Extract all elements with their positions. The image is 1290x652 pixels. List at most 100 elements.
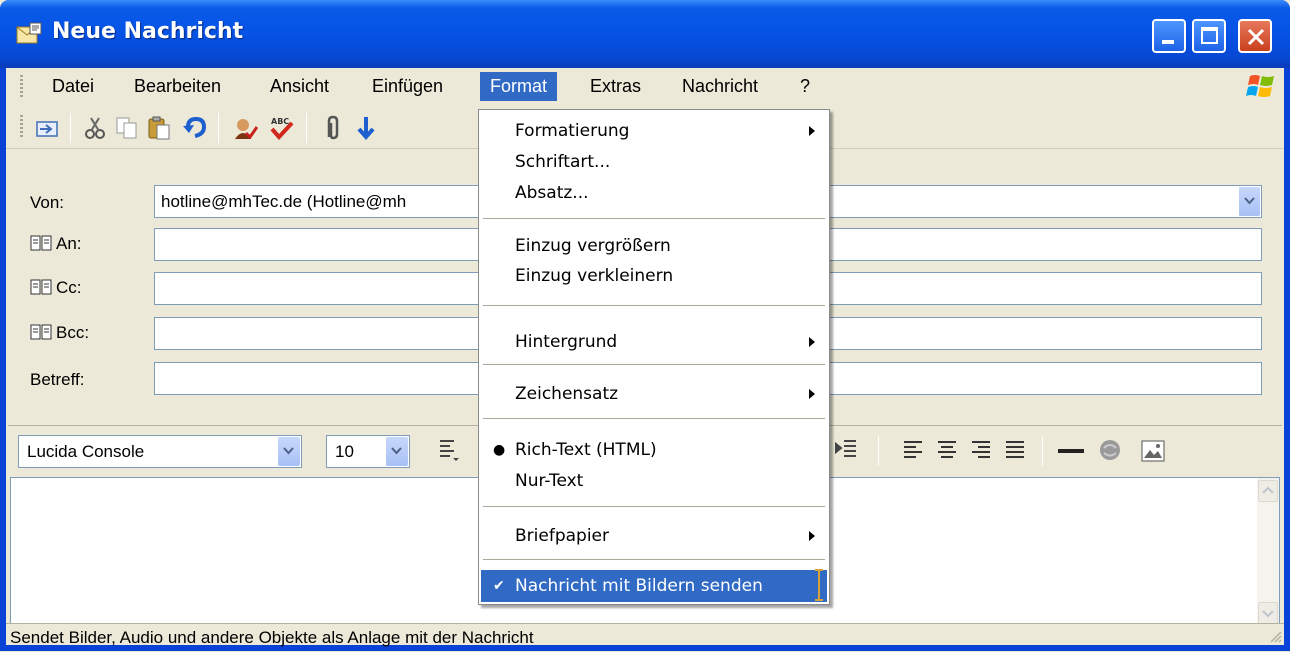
scroll-down-button[interactable] bbox=[1258, 602, 1278, 624]
menu-item-label: Formatierung bbox=[515, 121, 630, 141]
insert-picture-icon[interactable] bbox=[1140, 438, 1166, 464]
cc-label[interactable]: Cc: bbox=[30, 278, 82, 298]
menu-item-label: Schriftart... bbox=[515, 152, 611, 172]
menu-item-einzug-vergroessern[interactable]: Einzug vergrößern bbox=[481, 231, 827, 261]
chevron-down-icon bbox=[283, 447, 294, 455]
increase-indent-icon[interactable] bbox=[834, 438, 858, 462]
send-icon[interactable] bbox=[34, 115, 60, 141]
menu-separator bbox=[483, 305, 825, 307]
font-size-value: 10 bbox=[335, 442, 354, 461]
menu-item-hintergrund[interactable]: Hintergrund bbox=[481, 327, 827, 357]
menu-item-rich-text[interactable]: ● Rich-Text (HTML) bbox=[481, 435, 827, 465]
submenu-arrow-icon bbox=[809, 531, 815, 541]
spellcheck-icon[interactable]: ABC bbox=[268, 115, 294, 141]
menu-item-einzug-verkleinern[interactable]: Einzug verkleinern bbox=[481, 261, 827, 291]
chevron-down-icon bbox=[1262, 610, 1274, 618]
menu-ansicht[interactable]: Ansicht bbox=[260, 72, 339, 101]
close-icon bbox=[1247, 28, 1265, 46]
submenu-arrow-icon bbox=[809, 337, 815, 347]
align-right-icon[interactable] bbox=[970, 439, 992, 461]
menu-item-label: Nur-Text bbox=[515, 471, 584, 491]
paragraph-style-icon[interactable] bbox=[438, 438, 460, 462]
to-label[interactable]: An: bbox=[30, 234, 82, 254]
menu-separator bbox=[483, 506, 825, 508]
paste-icon[interactable] bbox=[146, 115, 172, 141]
status-bar: Sendet Bilder, Audio und andere Objekte … bbox=[6, 623, 1284, 647]
chevron-down-icon bbox=[1244, 197, 1255, 205]
chevron-down-icon bbox=[391, 447, 402, 455]
menu-item-label: Briefpapier bbox=[515, 526, 609, 546]
menu-item-schriftart[interactable]: Schriftart... bbox=[481, 147, 827, 177]
menu-help[interactable]: ? bbox=[790, 72, 820, 101]
toolbar-separator bbox=[1042, 436, 1043, 466]
text-cursor-icon bbox=[815, 569, 823, 601]
status-text: Sendet Bilder, Audio und andere Objekte … bbox=[10, 628, 534, 647]
font-dropdown-button[interactable] bbox=[278, 437, 300, 466]
menu-extras[interactable]: Extras bbox=[580, 72, 651, 101]
from-value: hotline@mhTec.de (Hotline@mh bbox=[161, 192, 407, 211]
align-center-icon[interactable] bbox=[936, 439, 958, 461]
menu-item-label: Hintergrund bbox=[515, 332, 618, 352]
menu-separator bbox=[483, 418, 825, 420]
address-book-icon bbox=[30, 279, 52, 295]
menu-einfuegen[interactable]: Einfügen bbox=[362, 72, 453, 101]
submenu-arrow-icon bbox=[809, 126, 815, 136]
menu-item-briefpapier[interactable]: Briefpapier bbox=[481, 521, 827, 551]
font-select[interactable]: Lucida Console bbox=[18, 435, 302, 468]
from-dropdown-button[interactable] bbox=[1238, 187, 1260, 216]
align-left-icon[interactable] bbox=[902, 439, 924, 461]
size-dropdown-button[interactable] bbox=[386, 437, 408, 466]
menu-nachricht[interactable]: Nachricht bbox=[672, 72, 768, 101]
menu-item-absatz[interactable]: Absatz... bbox=[481, 178, 827, 208]
toolbar-separator bbox=[306, 113, 307, 143]
close-button[interactable] bbox=[1238, 19, 1272, 53]
submenu-arrow-icon bbox=[809, 389, 815, 399]
menu-item-label: Rich-Text (HTML) bbox=[515, 440, 657, 460]
menubar-grip[interactable] bbox=[20, 75, 23, 99]
address-book-icon bbox=[30, 235, 52, 251]
title-bar[interactable]: Neue Nachricht bbox=[0, 0, 1290, 68]
checkmark-icon: ✔ bbox=[493, 578, 505, 594]
horizontal-line-icon[interactable] bbox=[1058, 449, 1084, 453]
menu-item-label: Absatz... bbox=[515, 183, 589, 203]
resize-grip-icon[interactable] bbox=[1268, 629, 1282, 643]
menu-item-nachricht-mit-bildern[interactable]: ✔ Nachricht mit Bildern senden bbox=[481, 570, 827, 602]
maximize-button[interactable] bbox=[1192, 19, 1226, 53]
menu-datei[interactable]: Datei bbox=[42, 72, 104, 101]
toolbar-separator bbox=[70, 113, 71, 143]
font-size-select[interactable]: 10 bbox=[326, 435, 410, 468]
radio-dot-icon: ● bbox=[493, 442, 506, 458]
minimize-button[interactable] bbox=[1152, 19, 1186, 53]
menu-format[interactable]: Format bbox=[480, 72, 558, 101]
menu-item-label: Einzug verkleinern bbox=[515, 266, 674, 286]
cut-icon[interactable] bbox=[82, 115, 108, 141]
to-label-text: An: bbox=[56, 234, 82, 253]
hyperlink-icon[interactable] bbox=[1098, 438, 1124, 464]
copy-icon[interactable] bbox=[114, 115, 140, 141]
toolbar-grip[interactable] bbox=[20, 115, 23, 139]
toolbar-separator bbox=[878, 436, 879, 466]
menu-separator bbox=[483, 218, 825, 220]
menu-item-label: Einzug vergrößern bbox=[515, 236, 671, 256]
scroll-up-button[interactable] bbox=[1258, 480, 1278, 502]
menu-item-formatierung[interactable]: Formatierung bbox=[481, 116, 827, 146]
attach-icon[interactable] bbox=[320, 115, 346, 141]
undo-icon[interactable] bbox=[182, 115, 208, 141]
toolbar-separator bbox=[218, 113, 219, 143]
bcc-label-text: Bcc: bbox=[56, 323, 90, 342]
vertical-scrollbar[interactable] bbox=[1257, 478, 1279, 626]
address-book-icon bbox=[30, 324, 52, 340]
priority-icon[interactable] bbox=[354, 115, 380, 141]
menu-item-label: Nachricht mit Bildern senden bbox=[515, 576, 763, 596]
menu-bearbeiten[interactable]: Bearbeiten bbox=[124, 72, 231, 101]
check-names-icon[interactable] bbox=[232, 115, 258, 141]
menu-item-zeichensatz[interactable]: Zeichensatz bbox=[481, 379, 827, 409]
menu-item-nur-text[interactable]: Nur-Text bbox=[481, 466, 827, 496]
justify-icon[interactable] bbox=[1004, 439, 1026, 461]
svg-text:ABC: ABC bbox=[271, 117, 289, 126]
menu-separator bbox=[483, 364, 825, 366]
windows-logo-icon bbox=[1246, 75, 1274, 97]
bcc-label[interactable]: Bcc: bbox=[30, 323, 89, 343]
menu-separator bbox=[483, 559, 825, 561]
window-title: Neue Nachricht bbox=[52, 19, 244, 44]
